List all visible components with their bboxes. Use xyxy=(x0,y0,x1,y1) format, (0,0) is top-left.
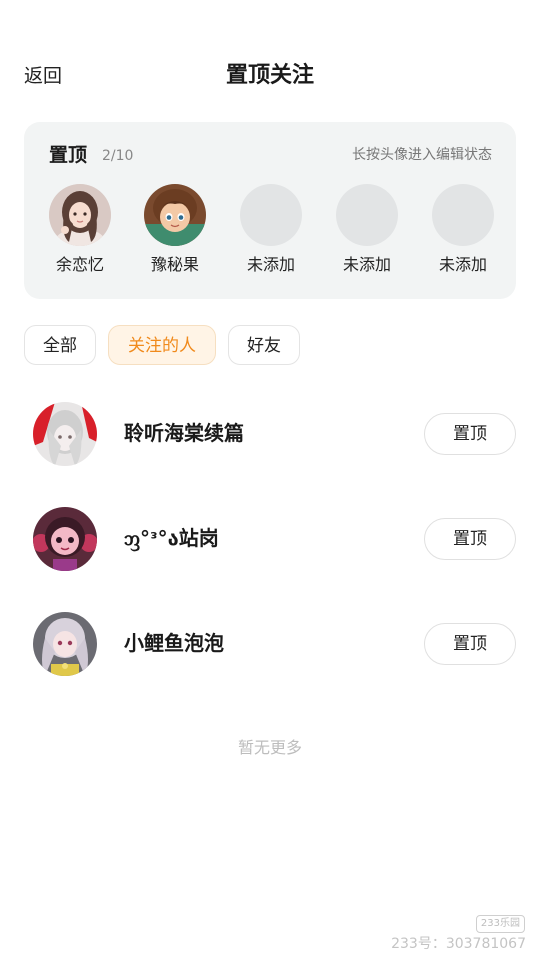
pinned-name: 豫秘果 xyxy=(150,255,199,274)
pinned-name: 余恋忆 xyxy=(55,255,104,274)
pin-button[interactable]: 置顶 xyxy=(424,518,516,560)
pinned-card: 置顶 2/10 长按头像进入编辑状态 余恋忆 豫秘果 未添加 未添加 未添加 xyxy=(24,122,516,299)
list-item: ᦀ°ᵌ°ა站岗 置顶 xyxy=(0,499,540,579)
pinned-name: 未添加 xyxy=(246,255,295,274)
avatar[interactable] xyxy=(33,402,97,466)
avatar[interactable] xyxy=(49,184,111,246)
pin-button[interactable]: 置顶 xyxy=(424,623,516,665)
pinned-slot-5[interactable]: 未添加 xyxy=(423,184,503,276)
pinned-name: 未添加 xyxy=(438,255,487,274)
avatar[interactable] xyxy=(144,184,206,246)
list-item: 聆听海棠续篇 置顶 xyxy=(0,394,540,474)
pin-button[interactable]: 置顶 xyxy=(424,413,516,455)
user-name[interactable]: ᦀ°ᵌ°ა站岗 xyxy=(124,523,219,553)
pinned-count: 2/10 xyxy=(102,148,134,164)
pinned-slot-2[interactable]: 豫秘果 xyxy=(135,184,215,276)
tab-all[interactable]: 全部 xyxy=(24,325,96,365)
top-bar: 返回 置顶关注 xyxy=(0,52,540,100)
empty-avatar-placeholder[interactable] xyxy=(240,184,302,246)
empty-avatar-placeholder[interactable] xyxy=(432,184,494,246)
pinned-name: 未添加 xyxy=(342,255,391,274)
tab-friends[interactable]: 好友 xyxy=(228,325,300,365)
no-more-text: 暂无更多 xyxy=(237,738,302,757)
watermark-id: 233号：303781067 xyxy=(391,936,526,952)
avatar[interactable] xyxy=(33,507,97,571)
pinned-slot-4[interactable]: 未添加 xyxy=(327,184,407,276)
pinned-slot-3[interactable]: 未添加 xyxy=(231,184,311,276)
watermark-logo: 233乐园 xyxy=(475,915,525,933)
pinned-title: 置顶 xyxy=(49,144,88,166)
edit-hint: 长按头像进入编辑状态 xyxy=(352,147,492,163)
tab-following[interactable]: 关注的人 xyxy=(108,325,216,365)
empty-avatar-placeholder[interactable] xyxy=(336,184,398,246)
user-name[interactable]: 小鲤鱼泡泡 xyxy=(124,628,224,658)
page-title: 置顶关注 xyxy=(225,63,314,88)
list-item: 小鲤鱼泡泡 置顶 xyxy=(0,604,540,684)
avatar[interactable] xyxy=(33,612,97,676)
pinned-slot-1[interactable]: 余恋忆 xyxy=(40,184,120,276)
user-name[interactable]: 聆听海棠续篇 xyxy=(124,418,244,448)
